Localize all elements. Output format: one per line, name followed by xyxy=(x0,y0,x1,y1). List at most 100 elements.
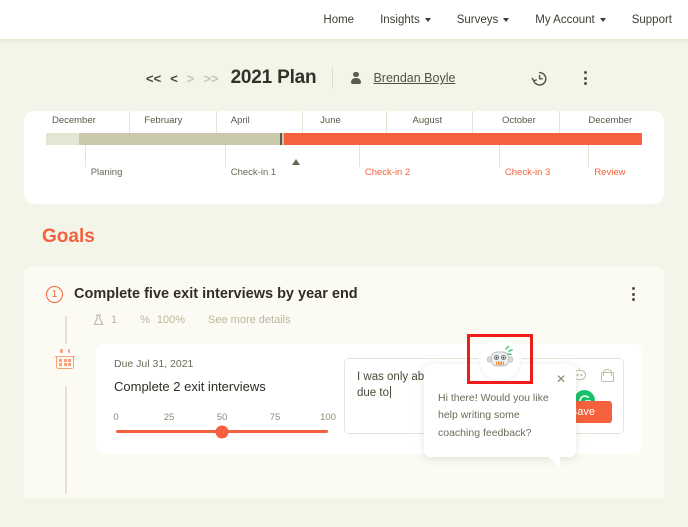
progress-slider[interactable]: 0 25 50 75 100 xyxy=(113,412,336,438)
chevron-down-icon xyxy=(503,18,510,22)
pager-next-button[interactable]: > xyxy=(187,72,195,85)
calendar-grid xyxy=(59,359,71,366)
timeline-month-tick xyxy=(385,111,387,133)
cal-dot xyxy=(63,359,67,362)
timeline-milestone-line xyxy=(358,145,360,167)
nav-item-label: My Account xyxy=(535,13,595,26)
milestone-rail xyxy=(54,316,96,494)
timeline-milestone-line xyxy=(498,145,500,167)
timeline-today-marker xyxy=(280,133,283,145)
text-cursor xyxy=(389,386,391,399)
timeline-milestone-label[interactable]: Check-in 3 xyxy=(505,167,550,178)
cal-dot xyxy=(68,363,71,366)
slider-handle[interactable] xyxy=(215,425,229,438)
kebab-dot xyxy=(584,71,587,74)
timeline-month-tick xyxy=(129,111,131,133)
milestone-name: Complete 2 exit interviews xyxy=(114,379,266,394)
kebab-dot xyxy=(584,76,587,80)
history-revert-icon[interactable] xyxy=(530,69,549,88)
cal-dot xyxy=(59,359,62,362)
top-navigation-bar: Home Insights Surveys My Account Support xyxy=(0,0,688,39)
plan-pager: << < > >> xyxy=(146,72,219,85)
slider-tick-label: 0 xyxy=(113,412,119,423)
nav-item-insights[interactable]: Insights xyxy=(380,14,431,26)
timeline-month-tick xyxy=(472,111,474,133)
pager-prev-button[interactable]: < xyxy=(170,72,178,85)
see-more-details-link[interactable]: See more details xyxy=(208,314,291,326)
goal-title: Complete five exit interviews by year en… xyxy=(74,286,358,302)
timeline-segment-future xyxy=(284,133,642,145)
calendar-icon xyxy=(55,349,75,369)
close-icon[interactable]: ✕ xyxy=(556,373,566,385)
goal-percent-value: 100% xyxy=(156,314,186,326)
timeline-milestone-label[interactable]: Review xyxy=(594,167,625,178)
goal-header: 1 Complete five exit interviews by year … xyxy=(46,266,642,304)
pager-last-button[interactable]: >> xyxy=(203,72,218,85)
goal-options-menu-button[interactable] xyxy=(627,284,640,304)
timeline-current-date-pointer xyxy=(292,159,301,165)
timeline-milestone-line xyxy=(224,145,226,167)
timeline-month-label: December xyxy=(588,115,633,126)
nav-item-surveys[interactable]: Surveys xyxy=(457,14,510,26)
timeline-month-label: April xyxy=(230,115,250,126)
timeline-milestone-label[interactable]: Planing xyxy=(91,167,123,178)
goal-weight-value: 1 xyxy=(111,314,118,326)
nav-item-support[interactable]: Support xyxy=(632,14,672,26)
timeline-progress-bar[interactable] xyxy=(46,133,642,145)
person-icon xyxy=(349,71,362,85)
plan-options-menu-button[interactable] xyxy=(579,68,592,88)
chevron-down-icon xyxy=(424,18,431,22)
slider-tick-label: 100 xyxy=(320,412,336,423)
cal-dot xyxy=(68,359,71,362)
cal-dot xyxy=(59,363,62,366)
timeline-segment-past xyxy=(78,133,280,145)
percent-symbol-icon: % xyxy=(140,314,150,326)
header-divider xyxy=(332,67,334,89)
plan-owner-link[interactable]: Brendan Boyle xyxy=(373,71,455,85)
nav-item-label: Support xyxy=(631,13,672,26)
slider-tick-label: 50 xyxy=(216,412,228,423)
nav-item-label: Home xyxy=(323,13,355,26)
slider-tick-label: 75 xyxy=(269,412,281,423)
nav-item-label: Surveys xyxy=(456,13,499,26)
robot-avatar-icon[interactable] xyxy=(479,338,521,380)
timeline-month-label: October xyxy=(501,115,536,126)
nav-item-home[interactable]: Home xyxy=(323,14,354,26)
timeline-month-axis: December February April June August October De… xyxy=(46,111,642,133)
milestone-due-date: Due Jul 31, 2021 xyxy=(114,358,194,370)
pager-first-button[interactable]: << xyxy=(146,72,161,85)
page-body: << < > >> 2021 Plan Brendan Boyle Decemb… xyxy=(0,39,688,527)
plan-header: << < > >> 2021 Plan Brendan Boyle xyxy=(0,39,688,97)
timeline-month-label: June xyxy=(320,115,341,126)
timeline-milestone-line xyxy=(84,145,86,167)
timeline-milestone-label[interactable]: Check-in 1 xyxy=(231,167,276,178)
slider-tick-label: 25 xyxy=(163,412,175,423)
flask-icon xyxy=(93,314,104,326)
slider-track[interactable] xyxy=(116,425,328,438)
timeline-month-label: February xyxy=(144,115,183,126)
rail-line-top xyxy=(65,316,67,344)
plan-header-actions xyxy=(530,68,664,88)
calendar-nub xyxy=(60,349,63,353)
timeline-month-label: August xyxy=(412,115,443,126)
timeline-milestone-label[interactable]: Check-in 2 xyxy=(365,167,410,178)
goal-number-badge: 1 xyxy=(46,285,63,303)
slider-tick-labels: 0 25 50 75 100 xyxy=(113,412,336,426)
goal-meta-row: 1 % 100% See more details xyxy=(93,314,642,326)
cal-dot xyxy=(63,363,67,366)
kebab-dot xyxy=(632,287,635,290)
milestone-details: Due Jul 31, 2021 Complete 2 exit intervi… xyxy=(113,358,336,438)
timeline-month-tick xyxy=(215,111,217,133)
calendar-nub xyxy=(67,349,70,353)
timeline-segment-pre xyxy=(46,133,79,145)
popover-tail xyxy=(547,454,560,470)
chevron-down-icon xyxy=(599,18,606,22)
kebab-dot xyxy=(584,82,587,85)
timeline-milestone-axis: Planing Check-in 1 Check-in 2 Check-in 3 Rev… xyxy=(46,145,642,185)
bot-avatar-highlight xyxy=(467,334,533,384)
lock-icon[interactable] xyxy=(601,368,614,382)
nav-item-my-account[interactable]: My Account xyxy=(535,13,606,26)
kebab-dot xyxy=(632,298,635,301)
timeline-month-label: December xyxy=(51,115,96,126)
bot-popover-message: Hi there! Would you like help writing so… xyxy=(438,392,549,439)
